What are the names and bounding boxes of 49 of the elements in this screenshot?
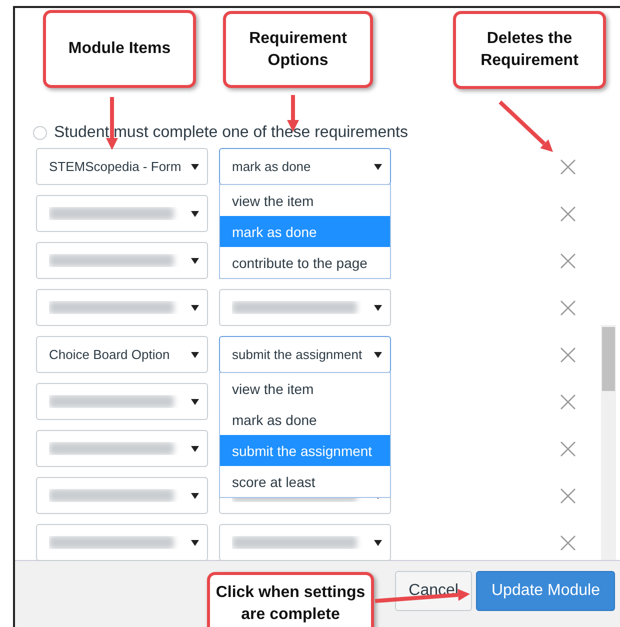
item-select[interactable] [36,524,208,561]
item-select[interactable]: STEMScopedia - Form [36,148,208,185]
requirement-select[interactable] [219,524,391,561]
caret-icon [191,258,199,264]
radio-label: Student must complete one of these requirements [54,124,408,142]
caret-icon [374,304,382,310]
item-select[interactable] [36,195,208,232]
callout-box: Click when settings are complete [207,572,374,627]
arrow [498,100,553,152]
callout-box: Module Items [43,10,196,88]
callout-box: Deletes the Requirement [453,11,606,89]
menu-option[interactable]: contribute to the page [220,247,390,278]
item-select[interactable] [36,477,208,514]
requirement-select[interactable] [219,289,391,326]
caret-icon [191,540,199,546]
delete-icon[interactable] [560,252,576,268]
item-select[interactable] [36,430,208,467]
menu-option[interactable]: mark as done [220,404,390,435]
radio-button[interactable] [33,126,47,140]
delete-icon[interactable] [560,534,576,550]
caret-icon [374,540,382,546]
caret-icon [191,352,199,358]
item-select[interactable] [36,289,208,326]
menu-option[interactable]: view the item [220,185,390,216]
caret-icon [191,492,199,498]
delete-icon[interactable] [560,394,576,410]
caret-icon [191,304,199,310]
menu-option[interactable]: view the item [220,373,390,404]
caret-icon [374,352,382,358]
update-module-button[interactable]: Update Module [476,571,615,611]
item-select[interactable] [36,242,208,279]
caret-icon [374,164,382,170]
menu-option[interactable]: score at least [220,466,390,497]
delete-icon[interactable] [560,206,576,222]
caret-icon [191,446,199,452]
delete-icon[interactable] [560,300,576,316]
item-select[interactable]: Choice Board Option [36,336,208,373]
requirement-select[interactable]: submit the assignment [219,336,391,373]
delete-icon[interactable] [560,488,576,504]
delete-icon[interactable] [560,158,576,174]
scrollbar[interactable] [601,325,616,560]
delete-icon[interactable] [560,440,576,456]
item-select[interactable] [36,383,208,420]
delete-icon[interactable] [560,346,576,362]
caret-icon [191,398,199,404]
callout-box: Requirement Options [223,11,373,88]
requirement-select[interactable]: mark as done [219,148,391,185]
caret-icon [191,210,199,216]
caret-icon [191,164,199,170]
